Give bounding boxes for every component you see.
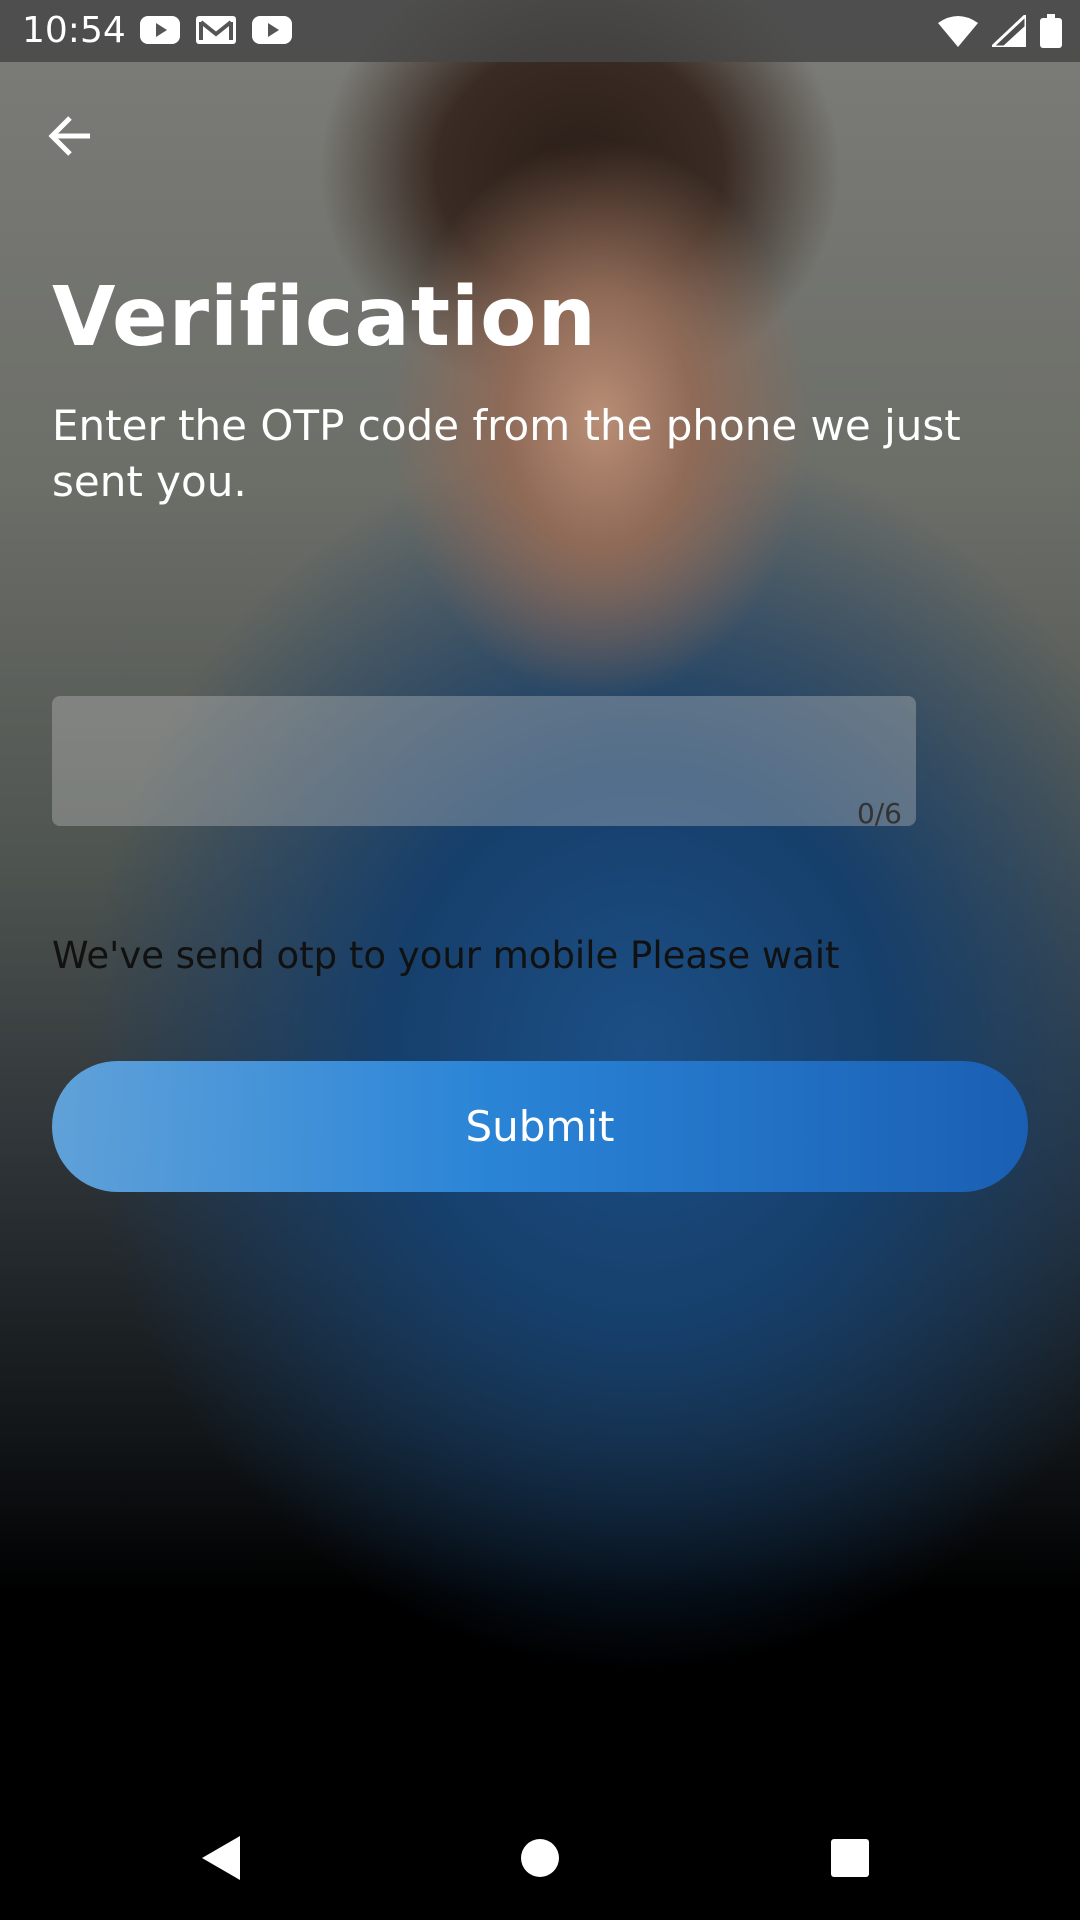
wifi-icon bbox=[938, 15, 978, 47]
notification-icons bbox=[140, 14, 292, 46]
youtube-icon bbox=[140, 14, 180, 46]
page-subtitle: Enter the OTP code from the phone we jus… bbox=[52, 401, 961, 506]
home-circle-icon[interactable] bbox=[520, 1838, 560, 1882]
status-time: 10:54 bbox=[22, 10, 126, 51]
recents-square-icon[interactable] bbox=[830, 1838, 870, 1882]
back-triangle-icon[interactable] bbox=[200, 1834, 242, 1886]
signal-icon bbox=[992, 15, 1026, 47]
youtube-icon bbox=[252, 14, 292, 46]
page-title: Verification bbox=[52, 270, 597, 365]
otp-input[interactable] bbox=[52, 696, 916, 826]
system-icons bbox=[938, 14, 1062, 48]
arrow-left-icon bbox=[46, 116, 94, 164]
otp-field[interactable]: 0/6 bbox=[52, 696, 916, 830]
otp-character-counter: 0/6 bbox=[856, 797, 902, 830]
back-button[interactable] bbox=[46, 112, 102, 162]
status-bar: 10:54 bbox=[0, 0, 1080, 62]
battery-icon bbox=[1040, 14, 1062, 48]
system-nav-bar bbox=[0, 1780, 1080, 1920]
submit-button[interactable]: Submit bbox=[52, 1061, 1028, 1192]
otp-status-message: We've send otp to your mobile Please wai… bbox=[52, 934, 840, 977]
gmail-icon bbox=[196, 14, 236, 46]
